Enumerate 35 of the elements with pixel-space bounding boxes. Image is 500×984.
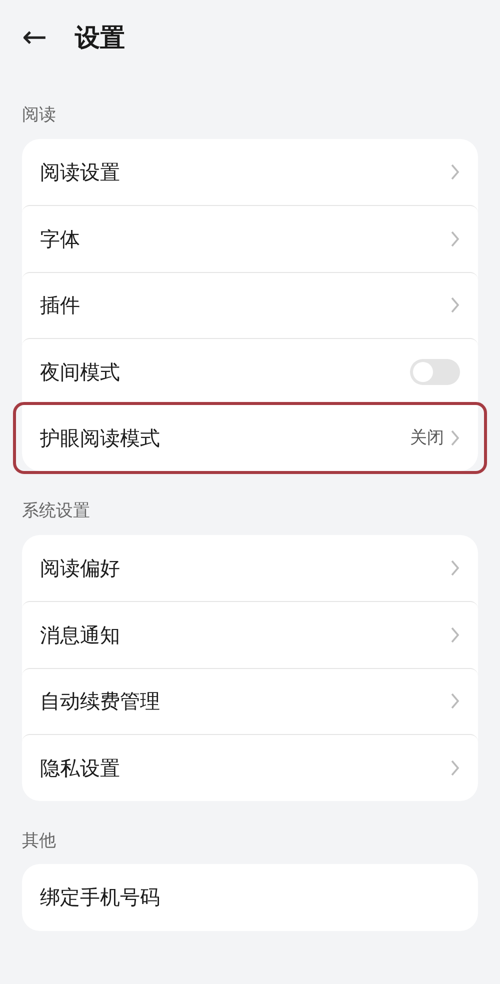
section-title: 阅读	[21, 104, 57, 127]
chevron-icon	[450, 758, 460, 777]
row-label: 夜间模式	[40, 358, 120, 386]
settings-row[interactable]: 消息通知	[22, 601, 478, 668]
page-title: 设置	[75, 22, 126, 54]
chevron-icon	[450, 162, 460, 181]
row-label: 绑定手机号码	[40, 884, 160, 912]
settings-row[interactable]: 夜间模式	[22, 338, 478, 404]
chevron-icon	[450, 626, 460, 644]
row-label: 自动续费管理	[40, 688, 160, 716]
row-label: 阅读偏好	[40, 554, 120, 582]
settings-row[interactable]: 护眼阅读模式 关闭	[16, 404, 484, 471]
settings-row[interactable]: 插件	[22, 272, 478, 338]
chevron-icon	[450, 230, 460, 248]
row-label: 隐私设置	[40, 754, 120, 782]
section-title: 系统设置	[21, 500, 91, 523]
settings-row[interactable]: 绑定手机号码	[22, 864, 478, 930]
chevron-icon	[450, 429, 460, 448]
row-label: 消息通知	[40, 622, 120, 649]
chevron-icon	[450, 296, 460, 314]
settings-row[interactable]: 字体	[22, 205, 478, 272]
chevron-icon	[450, 692, 460, 710]
section-title: 其他	[21, 830, 57, 852]
row-label: 护眼阅读模式	[40, 425, 160, 452]
row-label: 字体	[40, 226, 80, 253]
settings-row[interactable]: 阅读设置	[22, 138, 478, 205]
chevron-icon	[450, 558, 460, 577]
settings-row[interactable]: 自动续费管理	[22, 668, 478, 734]
row-label: 插件	[40, 292, 80, 320]
settings-row[interactable]: 隐私设置	[22, 734, 478, 800]
row-value: 关闭	[410, 426, 444, 450]
row-label: 阅读设置	[40, 158, 120, 186]
back-button[interactable]: ←	[22, 22, 48, 52]
toggle-switch[interactable]	[410, 358, 460, 385]
settings-row[interactable]: 阅读偏好	[22, 534, 478, 601]
